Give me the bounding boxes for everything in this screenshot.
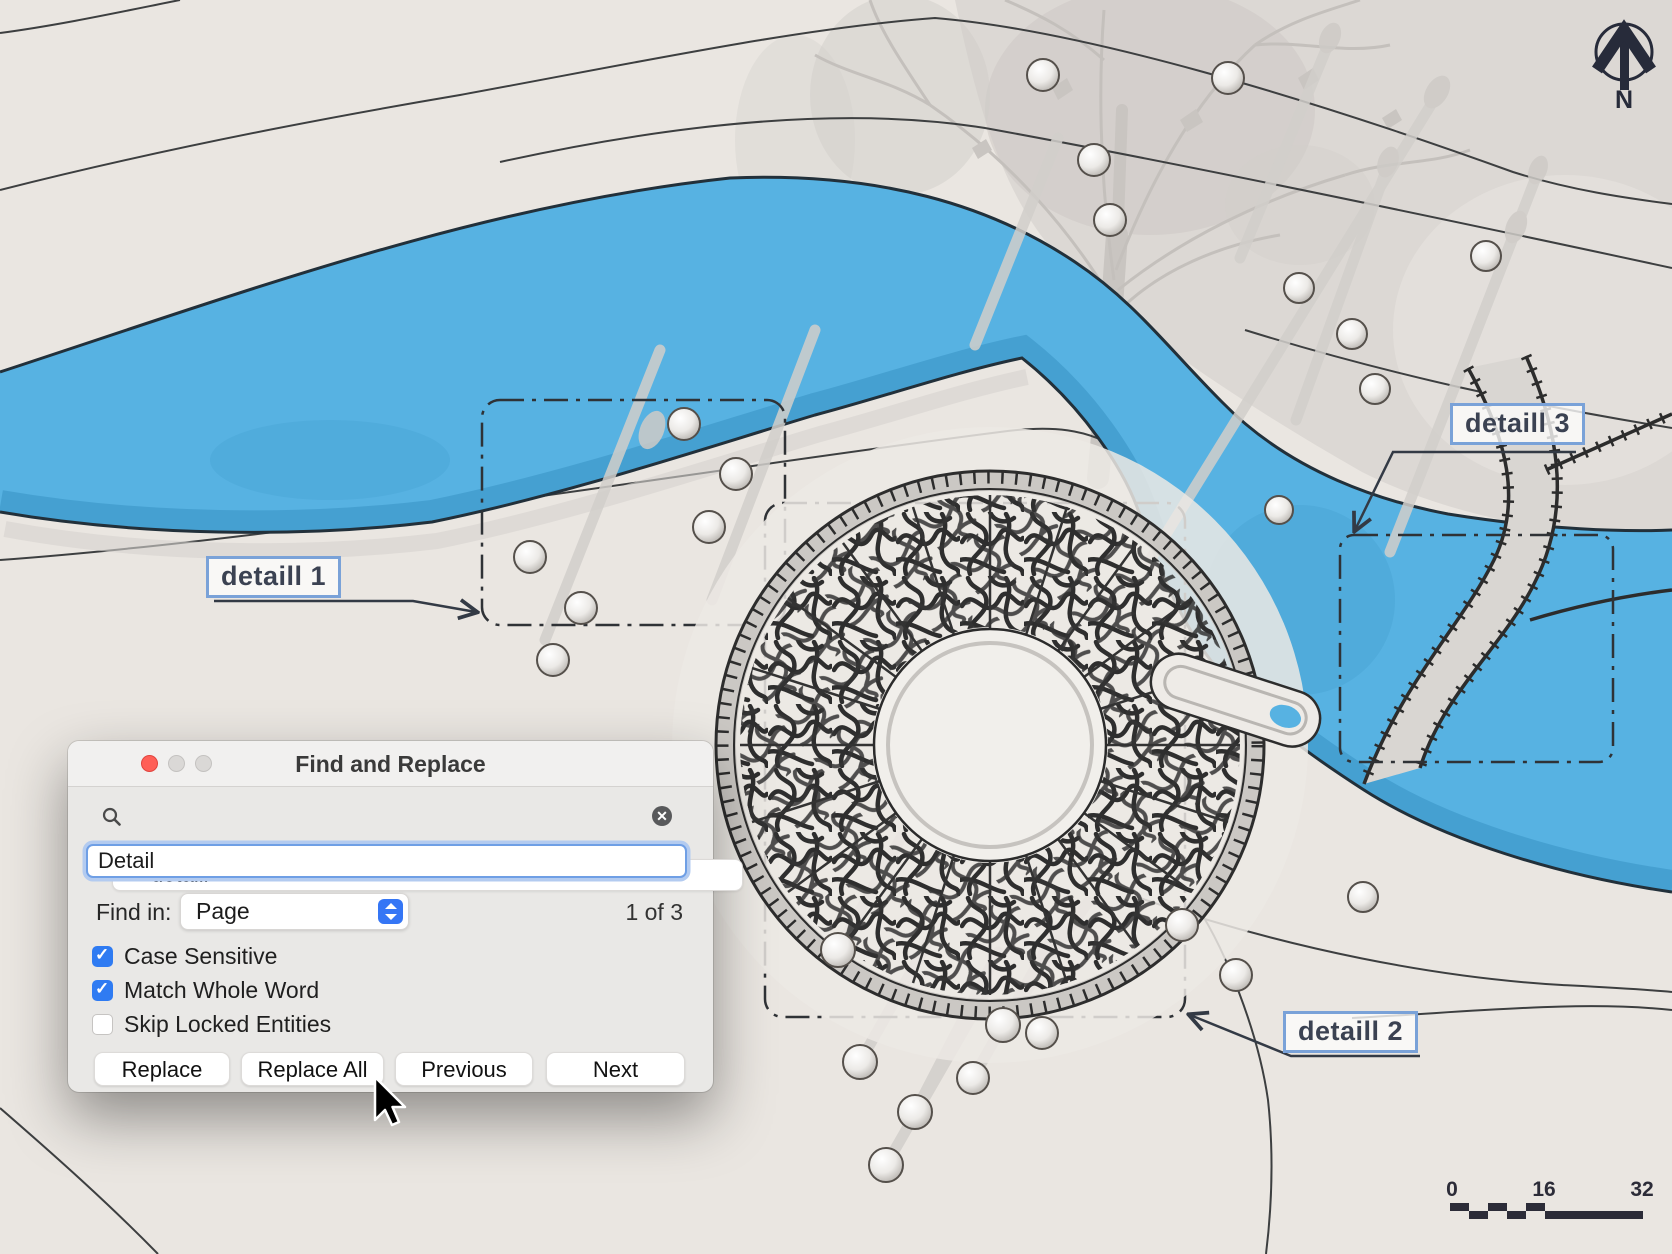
detail-label-1[interactable]: detaill 1: [206, 556, 342, 599]
checkbox-icon[interactable]: [92, 945, 113, 967]
checkbox-label: Match Whole Word: [124, 977, 320, 1003]
find-in-selected-value: Page: [196, 898, 250, 924]
replace-all-button[interactable]: Replace All: [241, 1052, 384, 1086]
checkbox-icon[interactable]: [92, 1014, 113, 1035]
find-replace-dialog: Find and Replace ✕ Find in: Page 1 of 3: [68, 741, 743, 1092]
previous-button[interactable]: Previous: [395, 1052, 533, 1086]
select-stepper-icon: [378, 899, 403, 924]
next-button[interactable]: Next: [546, 1052, 685, 1086]
checkbox-label: Case Sensitive: [124, 943, 278, 969]
replace-input[interactable]: [86, 844, 687, 878]
mouse-cursor-icon: [373, 1075, 413, 1137]
find-in-label: Find in:: [96, 899, 172, 925]
dialog-titlebar[interactable]: Find and Replace: [68, 741, 713, 787]
scale-tick-0: 0: [1446, 1178, 1458, 1201]
clear-search-icon[interactable]: ✕: [652, 806, 672, 826]
north-label: N: [1614, 86, 1634, 114]
scale-tick-16: 16: [1532, 1178, 1556, 1201]
replace-button[interactable]: Replace: [94, 1052, 230, 1086]
dialog-title: Find and Replace: [295, 751, 486, 777]
app-window: detaill 1 detaill 2 detaill 3 N 0 16 32 …: [0, 0, 1672, 1254]
detail-label-2[interactable]: detaill 2: [1283, 1011, 1419, 1054]
search-icon: [102, 807, 121, 831]
scale-tick-32: 32: [1630, 1178, 1654, 1201]
match-count: 1 of 3: [625, 899, 683, 925]
checkbox-label: Skip Locked Entities: [124, 1011, 332, 1037]
checkbox-icon[interactable]: [92, 979, 113, 1001]
detail-label-3[interactable]: detaill 3: [1450, 403, 1586, 446]
find-in-select[interactable]: Page: [180, 893, 409, 930]
